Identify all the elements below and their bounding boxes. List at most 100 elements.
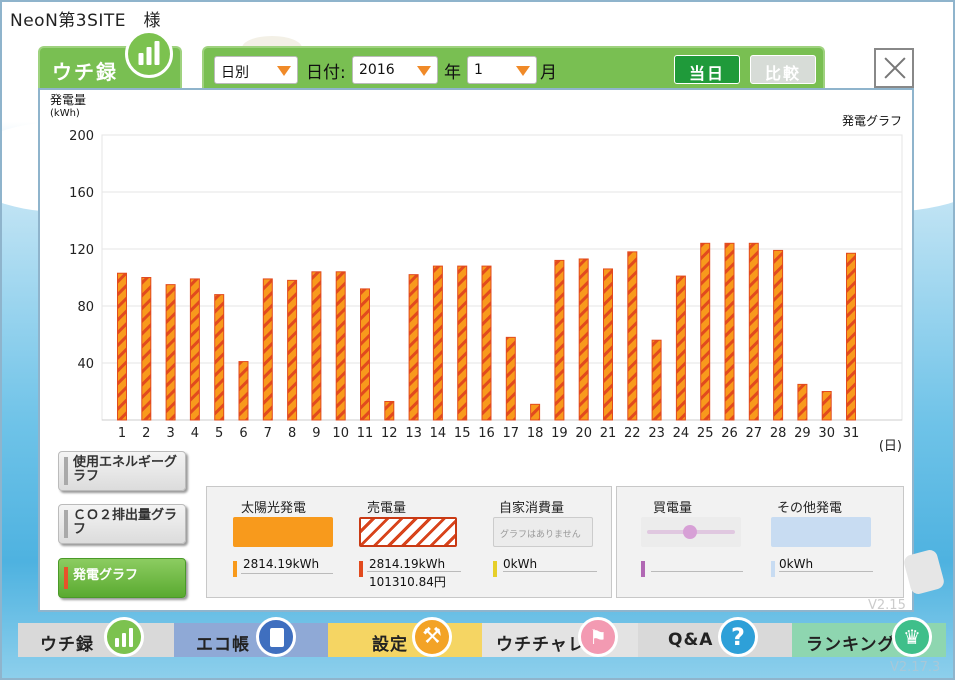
x-axis-unit: (日)	[879, 439, 902, 454]
divider	[503, 571, 597, 572]
bar	[384, 400, 395, 421]
y-tick-label: 40	[77, 357, 94, 372]
nav-label: ウチ録	[40, 635, 94, 655]
y-tick-label: 120	[69, 243, 94, 258]
x-tick-label: 12	[381, 426, 398, 441]
sell-value: 2814.19kWh	[369, 557, 446, 571]
buy-title: 買電量	[653, 501, 693, 516]
x-tick-label: 8	[288, 426, 296, 441]
month-select[interactable]: 1	[467, 56, 537, 84]
x-tick-label: 14	[430, 426, 447, 441]
x-tick-label: 21	[600, 426, 617, 441]
x-tick-label: 7	[264, 426, 272, 441]
x-tick-label: 26	[721, 426, 738, 441]
x-tick-label: 18	[527, 426, 544, 441]
x-tick-label: 15	[454, 426, 471, 441]
bar	[578, 258, 589, 421]
nav-label: Q&A	[668, 630, 714, 650]
co2-graph-button[interactable]: ＣＯ２排出量グラフ	[58, 504, 186, 544]
bar	[117, 272, 127, 421]
self-marker	[493, 561, 497, 577]
x-tick-label: 20	[575, 426, 592, 441]
period-select[interactable]: 日別	[214, 56, 298, 84]
x-tick-label: 9	[312, 426, 320, 441]
y-tick-label: 200	[69, 129, 94, 144]
year-unit: 年	[444, 63, 461, 83]
x-tick-label: 6	[239, 426, 247, 441]
x-tick-label: 16	[478, 426, 495, 441]
buy-marker	[641, 561, 645, 577]
nav-uchichare[interactable]: ウチチャレ ⚑	[482, 617, 638, 657]
nav-ranking[interactable]: ランキング ♛	[792, 617, 946, 657]
bar	[238, 361, 249, 421]
bar	[481, 265, 492, 421]
nav-ecocho[interactable]: エコ帳	[174, 617, 328, 657]
x-tick-label: 27	[746, 426, 763, 441]
nav-label: ランキング	[806, 635, 896, 655]
solar-value: 2814.19kWh	[243, 557, 320, 571]
x-tick-label: 5	[215, 426, 223, 441]
date-label: 日付:	[306, 63, 346, 83]
x-tick-label: 22	[624, 426, 641, 441]
bar	[141, 277, 152, 421]
toolbar: 日別 日付: 2016 年 1 月 当日 比較	[202, 46, 825, 90]
x-tick-label: 13	[405, 426, 422, 441]
bar-chart-icon	[104, 617, 144, 657]
other-marker	[771, 561, 775, 577]
bar	[311, 271, 322, 421]
bar	[262, 278, 273, 421]
version-label: V2.17.3	[890, 660, 941, 675]
bar	[821, 391, 832, 421]
solar-swatch	[233, 517, 333, 547]
app-window: NeoN第3SITE 様 ウチ録 日別 日付: 2016 年 1 月 当日 比較…	[0, 0, 955, 680]
sell-yen-value: 101310.84円	[369, 575, 446, 589]
x-tick-label: 1	[118, 426, 126, 441]
bar	[530, 403, 541, 421]
notebook-icon	[256, 617, 296, 657]
bar-chart-icon	[125, 30, 173, 78]
question-icon: ?	[718, 617, 758, 657]
nav-qa[interactable]: Q&A ?	[638, 617, 792, 657]
bar	[797, 383, 808, 421]
x-tick-label: 23	[648, 426, 665, 441]
other-title: その他発電	[777, 501, 843, 516]
bar	[432, 265, 443, 421]
bar	[773, 249, 784, 421]
month-unit: 月	[540, 63, 557, 83]
x-tick-label: 28	[770, 426, 787, 441]
y-tick-label: 160	[69, 186, 94, 201]
x-tick-label: 29	[794, 426, 811, 441]
nav-settei[interactable]: 設定 ⚒	[328, 617, 482, 657]
compare-button[interactable]: 比較	[750, 55, 816, 84]
purchase-panel: 買電量 その他発電 0kWh	[616, 486, 904, 598]
other-value: 0kWh	[779, 557, 814, 571]
bar	[165, 284, 176, 421]
nav-label: ウチチャレ	[496, 635, 586, 655]
slider-thumb[interactable]	[683, 525, 697, 539]
dropdown-arrow-icon	[417, 66, 431, 76]
sell-marker	[359, 561, 363, 577]
bar	[360, 288, 370, 421]
sell-swatch	[359, 517, 457, 547]
main-panel: 発電量 (kWh) 発電グラフ 40 80 120 160 200 1 2 3 4 5 6 7 8 9 10…	[38, 88, 914, 612]
today-button[interactable]: 当日	[674, 55, 740, 84]
nav-uchiroku[interactable]: ウチ録	[18, 617, 174, 657]
other-swatch	[771, 517, 871, 547]
nav-label: 設定	[372, 635, 408, 655]
energy-graph-button[interactable]: 使用エネルギーグラフ	[58, 451, 186, 491]
generation-graph-button[interactable]: 発電グラフ	[58, 558, 186, 598]
x-tick-label: 19	[551, 426, 568, 441]
close-button[interactable]	[874, 48, 914, 88]
solar-title: 太陽光発電	[241, 501, 307, 516]
self-title: 自家消費量	[499, 501, 565, 516]
year-select[interactable]: 2016	[352, 56, 438, 84]
month-value: 1	[474, 62, 483, 78]
generation-chart: 40801201602001 2 3 4 5 6 7 8 9 10 11 12 13 14 15 16 17 18…	[69, 129, 903, 454]
bar	[214, 294, 225, 421]
dropdown-arrow-icon	[516, 66, 530, 76]
solar-marker	[233, 561, 237, 577]
bar	[287, 279, 298, 421]
buy-slider[interactable]	[641, 517, 741, 547]
x-tick-label: 2	[142, 426, 150, 441]
x-tick-label: 30	[818, 426, 835, 441]
